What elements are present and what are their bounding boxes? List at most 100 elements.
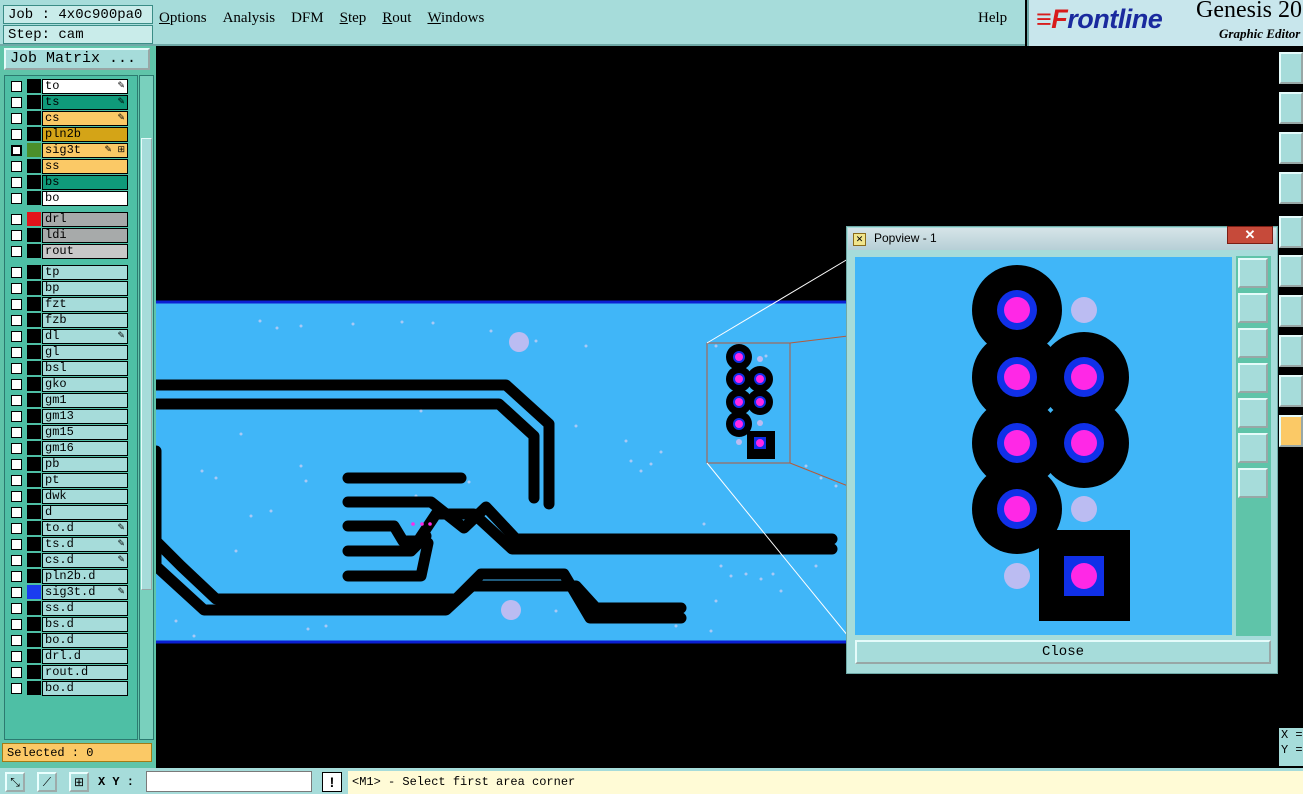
layer-row-sig3t.d[interactable]: sig3t.d ✎ <box>7 585 133 600</box>
layer-name[interactable]: pln2b <box>42 127 128 142</box>
layer-color-swatch[interactable] <box>27 175 41 189</box>
popview-close-button[interactable]: Close <box>855 640 1271 664</box>
layer-color-swatch[interactable] <box>27 281 41 295</box>
layer-checkbox[interactable] <box>11 651 22 662</box>
layer-name[interactable]: bs.d <box>42 617 128 632</box>
grid-icon[interactable]: ⊞ <box>69 772 89 792</box>
layer-checkbox[interactable] <box>11 539 22 550</box>
layer-color-swatch[interactable] <box>27 377 41 391</box>
layer-name[interactable]: to.d ✎ <box>42 521 128 536</box>
layer-color-swatch[interactable] <box>27 409 41 423</box>
layer-row-ss[interactable]: ss <box>7 159 133 174</box>
layer-checkbox[interactable] <box>11 230 22 241</box>
tool-button-8[interactable] <box>1279 335 1303 367</box>
job-matrix-button[interactable]: Job Matrix ... <box>4 48 150 70</box>
layer-row-gm16[interactable]: gm16 <box>7 441 133 456</box>
layer-row-rout.d[interactable]: rout.d <box>7 665 133 680</box>
layer-checkbox[interactable] <box>11 283 22 294</box>
layer-checkbox[interactable] <box>11 246 22 257</box>
layer-color-swatch[interactable] <box>27 601 41 615</box>
layer-name[interactable]: to ✎ <box>42 79 128 94</box>
layer-color-swatch[interactable] <box>27 329 41 343</box>
tool-button-6[interactable] <box>1279 255 1303 287</box>
layer-checkbox[interactable] <box>11 427 22 438</box>
layer-row-bo.d[interactable]: bo.d <box>7 633 133 648</box>
layer-checkbox[interactable] <box>11 363 22 374</box>
layer-name[interactable]: bsl <box>42 361 128 376</box>
menu-rout[interactable]: Rout <box>374 10 419 27</box>
xy-input[interactable] <box>146 771 312 792</box>
layer-checkbox[interactable] <box>11 555 22 566</box>
layer-color-swatch[interactable] <box>27 393 41 407</box>
layer-checkbox[interactable] <box>11 411 22 422</box>
layer-row-bsl[interactable]: bsl <box>7 361 133 376</box>
layer-color-swatch[interactable] <box>27 505 41 519</box>
layer-checkbox[interactable] <box>11 443 22 454</box>
layer-name[interactable]: gko <box>42 377 128 392</box>
layer-row-gm15[interactable]: gm15 <box>7 425 133 440</box>
layer-row-pln2b.d[interactable]: pln2b.d <box>7 569 133 584</box>
tool-button-3[interactable] <box>1279 132 1303 164</box>
layer-checkbox[interactable] <box>11 379 22 390</box>
layer-row-bs.d[interactable]: bs.d <box>7 617 133 632</box>
layer-checkbox[interactable] <box>11 129 22 140</box>
layer-color-swatch[interactable] <box>27 361 41 375</box>
layer-name[interactable]: gm1 <box>42 393 128 408</box>
layer-color-swatch[interactable] <box>27 553 41 567</box>
menu-options[interactable]: Options <box>151 10 215 27</box>
layer-row-pln2b[interactable]: pln2b <box>7 127 133 142</box>
layer-checkbox[interactable] <box>11 523 22 534</box>
layer-row-gl[interactable]: gl <box>7 345 133 360</box>
layer-color-swatch[interactable] <box>27 521 41 535</box>
layer-row-drl.d[interactable]: drl.d <box>7 649 133 664</box>
layer-checkbox[interactable] <box>11 347 22 358</box>
scrollbar-thumb[interactable] <box>141 138 152 590</box>
layer-checkbox[interactable] <box>11 214 22 225</box>
layer-name[interactable]: sig3t ✎ ⊞ <box>42 143 128 158</box>
layer-name[interactable]: drl.d <box>42 649 128 664</box>
layer-color-swatch[interactable] <box>27 345 41 359</box>
layer-row-d[interactable]: d <box>7 505 133 520</box>
layer-checkbox[interactable] <box>11 491 22 502</box>
layer-row-fzt[interactable]: fzt <box>7 297 133 312</box>
layer-color-swatch[interactable] <box>27 457 41 471</box>
layer-row-to.d[interactable]: to.d ✎ <box>7 521 133 536</box>
menu-analysis[interactable]: Analysis <box>215 10 284 27</box>
popview-tool-2[interactable] <box>1238 293 1268 323</box>
popview-tool-5[interactable] <box>1238 398 1268 428</box>
layer-row-ts[interactable]: ts ✎ <box>7 95 133 110</box>
layer-name[interactable]: d <box>42 505 128 520</box>
tool-button-2[interactable] <box>1279 92 1303 124</box>
layer-checkbox[interactable] <box>11 619 22 630</box>
layer-row-drl[interactable]: drl <box>7 212 133 227</box>
layer-color-swatch[interactable] <box>27 633 41 647</box>
layer-color-swatch[interactable] <box>27 585 41 599</box>
layer-color-swatch[interactable] <box>27 665 41 679</box>
layer-color-swatch[interactable] <box>27 191 41 205</box>
warning-icon[interactable]: ! <box>322 772 342 792</box>
layer-name[interactable]: rout.d <box>42 665 128 680</box>
tool-button-4[interactable] <box>1279 172 1303 204</box>
measure-icon[interactable]: ⟋ <box>37 772 57 792</box>
zoom-area-icon[interactable]: ⤡ <box>5 772 25 792</box>
layer-checkbox[interactable] <box>11 475 22 486</box>
layer-color-swatch[interactable] <box>27 649 41 663</box>
layer-row-bo[interactable]: bo <box>7 191 133 206</box>
popview-tool-4[interactable] <box>1238 363 1268 393</box>
layer-color-swatch[interactable] <box>27 95 41 109</box>
layer-name[interactable]: dl ✎ <box>42 329 128 344</box>
layer-color-swatch[interactable] <box>27 244 41 258</box>
layer-row-bo.d[interactable]: bo.d <box>7 681 133 696</box>
layer-row-cs.d[interactable]: cs.d ✎ <box>7 553 133 568</box>
layer-color-swatch[interactable] <box>27 79 41 93</box>
layer-color-swatch[interactable] <box>27 489 41 503</box>
layer-name[interactable]: pln2b.d <box>42 569 128 584</box>
layer-checkbox[interactable] <box>11 177 22 188</box>
layer-color-swatch[interactable] <box>27 159 41 173</box>
layer-checkbox[interactable] <box>11 587 22 598</box>
layer-row-to[interactable]: to ✎ <box>7 79 133 94</box>
close-icon[interactable]: ✕ <box>1227 226 1273 244</box>
layer-name[interactable]: fzb <box>42 313 128 328</box>
tool-button-7[interactable] <box>1279 295 1303 327</box>
layer-color-swatch[interactable] <box>27 425 41 439</box>
